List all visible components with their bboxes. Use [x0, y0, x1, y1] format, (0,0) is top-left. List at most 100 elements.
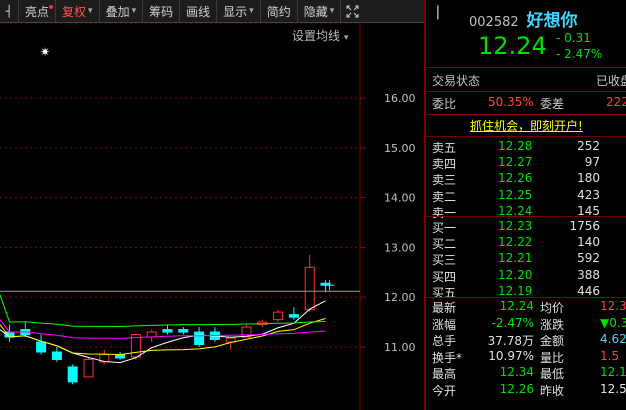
stat-label: 涨幅	[432, 317, 457, 332]
ma20-line	[0, 319, 326, 339]
book-price[interactable]: 12.21	[498, 251, 532, 265]
stat-label: 最高	[432, 367, 457, 381]
stat-label: 总手	[432, 334, 457, 348]
book-volume: 592	[577, 251, 600, 266]
collapse-panel-button[interactable]: ┤	[0, 0, 19, 22]
stat-label: 均价	[540, 301, 565, 315]
divider	[426, 297, 626, 298]
stat-value: 12.5	[600, 381, 626, 396]
toolbar-label: 显示	[223, 4, 248, 19]
stat-label: 最低	[540, 367, 565, 381]
stat-value: 12.34	[499, 365, 534, 379]
book-price[interactable]: 12.25	[498, 188, 532, 202]
divider	[426, 67, 626, 68]
event-marker-icon[interactable]: ✷	[40, 45, 50, 59]
stock-name[interactable]: 好想你	[526, 11, 577, 31]
stat-value: 4.62	[600, 332, 626, 346]
price-axis-label: 16.00	[384, 92, 416, 105]
book-volume: 388	[577, 267, 600, 282]
chevron-down-icon: ▾	[88, 6, 93, 16]
order-diff-value: 222	[606, 95, 626, 109]
stat-label: 今开	[432, 383, 457, 398]
candle-body	[304, 266, 315, 311]
chevron-down-icon: ▾	[131, 6, 137, 16]
fullscreen-button[interactable]	[341, 0, 364, 22]
toolbar-label: 筹码	[149, 4, 174, 19]
stat-value: 10.97%	[488, 348, 534, 363]
book-level-label: 买四	[432, 269, 457, 284]
price-change: - 0.31	[556, 31, 591, 45]
price-change-pct: - 2.47%	[556, 47, 603, 61]
book-price[interactable]: 12.28	[498, 139, 532, 153]
stat-label: 量比	[540, 350, 565, 365]
ma-settings-button[interactable]: 设置均线 ▾	[292, 27, 348, 44]
candle-body	[162, 329, 173, 333]
toolbar-display-button[interactable]: 显示 ▾	[217, 0, 261, 22]
ma-settings-label: 设置均线	[292, 29, 341, 43]
book-price[interactable]: 12.20	[498, 268, 532, 282]
book-price[interactable]: 12.23	[498, 219, 532, 233]
book-level-label: 卖二	[432, 189, 457, 204]
kline-chart[interactable]: 16.00 15.00 14.00 13.00 12.00 11.00 设置均线 ▾ ✷	[0, 23, 424, 410]
book-price[interactable]: 12.27	[498, 155, 532, 169]
toolbar-overlay-button[interactable]: 叠加 ▾	[100, 0, 144, 22]
price-axis-label: 11.00	[384, 341, 416, 354]
book-price[interactable]: 12.26	[498, 171, 532, 185]
candle-body	[178, 329, 189, 333]
toolbar-highlights-button[interactable]: 亮点	[19, 0, 57, 22]
toolbar-label: 复权	[62, 4, 87, 19]
book-level-label: 买一	[432, 221, 457, 235]
book-volume: 423	[577, 187, 600, 202]
book-volume: 180	[577, 171, 600, 186]
stat-label: 涨跌	[540, 317, 565, 332]
last-price: 12.24	[478, 32, 547, 60]
stock-code: 002582	[469, 15, 519, 30]
ma30-line	[0, 294, 326, 327]
toolbar-chips-button[interactable]: 筹码	[143, 0, 181, 22]
toolbar-label: 亮点	[25, 4, 50, 19]
book-price[interactable]: 12.22	[498, 235, 532, 249]
fullscreen-icon	[346, 5, 359, 17]
toolbar-label: 画线	[186, 4, 211, 19]
toolbar-simple-button[interactable]: 简约	[261, 0, 298, 22]
book-level-label: 卖五	[432, 141, 457, 155]
kline-chart-svg[interactable]: 16.00 15.00 14.00 13.00 12.00 11.00	[0, 23, 424, 410]
candle-body	[83, 358, 94, 378]
stat-value: -2.47%	[491, 315, 534, 330]
divider	[426, 136, 626, 137]
book-price[interactable]: 12.19	[498, 284, 532, 298]
trade-status-label: 交易状态	[432, 74, 481, 88]
candle-body	[51, 351, 62, 360]
toolbar-hide-button[interactable]: 隐藏 ▾	[298, 0, 342, 22]
stat-label: 金额	[540, 334, 565, 348]
stat-value: 1.5	[600, 348, 620, 363]
quote-panel: ❘ 002582 好想你 12.24 - 0.31 - 2.47% 交易状态 已…	[426, 0, 626, 410]
book-volume: 1756	[569, 219, 600, 233]
chevron-down-icon: ▾	[249, 6, 254, 16]
stat-value: ▼0.3	[600, 315, 626, 330]
stock-header: 002582 好想你	[469, 6, 626, 31]
candle-body	[273, 311, 284, 321]
toolbar-draw-button[interactable]: 画线	[180, 0, 218, 22]
notification-dot-icon	[49, 5, 54, 9]
chart-toolbar: ┤ 亮点 复权 ▾ 叠加 ▾ 筹码 画线 显示 ▾ 简约 隐藏 ▾	[0, 0, 424, 23]
open-account-link[interactable]: 抓住机会，即刻开户!	[470, 117, 583, 134]
stat-label: 最新	[432, 301, 457, 315]
toolbar-adjust-button[interactable]: 复权 ▾	[56, 0, 100, 22]
back-arrow-icon[interactable]: ❘	[432, 4, 444, 20]
toolbar-label: 叠加	[105, 4, 130, 19]
stat-value: 12.24	[499, 299, 534, 313]
trade-status-value: 已收盘	[596, 74, 626, 88]
candle-body	[288, 314, 299, 318]
stat-value: 37.78万	[487, 334, 534, 348]
book-level-label: 买三	[432, 253, 457, 268]
price-axis-label: 14.00	[384, 192, 416, 205]
stat-label: 换手*	[432, 350, 463, 365]
price-axis-label: 15.00	[384, 142, 416, 155]
toolbar-label: 简约	[266, 4, 291, 19]
toolbar-label: 隐藏	[303, 4, 328, 19]
price-axis-label: 12.00	[384, 291, 416, 304]
price-axis-label: 13.00	[384, 241, 416, 254]
stat-value: 12.1	[600, 365, 626, 379]
chevron-down-icon: ▾	[329, 6, 335, 16]
